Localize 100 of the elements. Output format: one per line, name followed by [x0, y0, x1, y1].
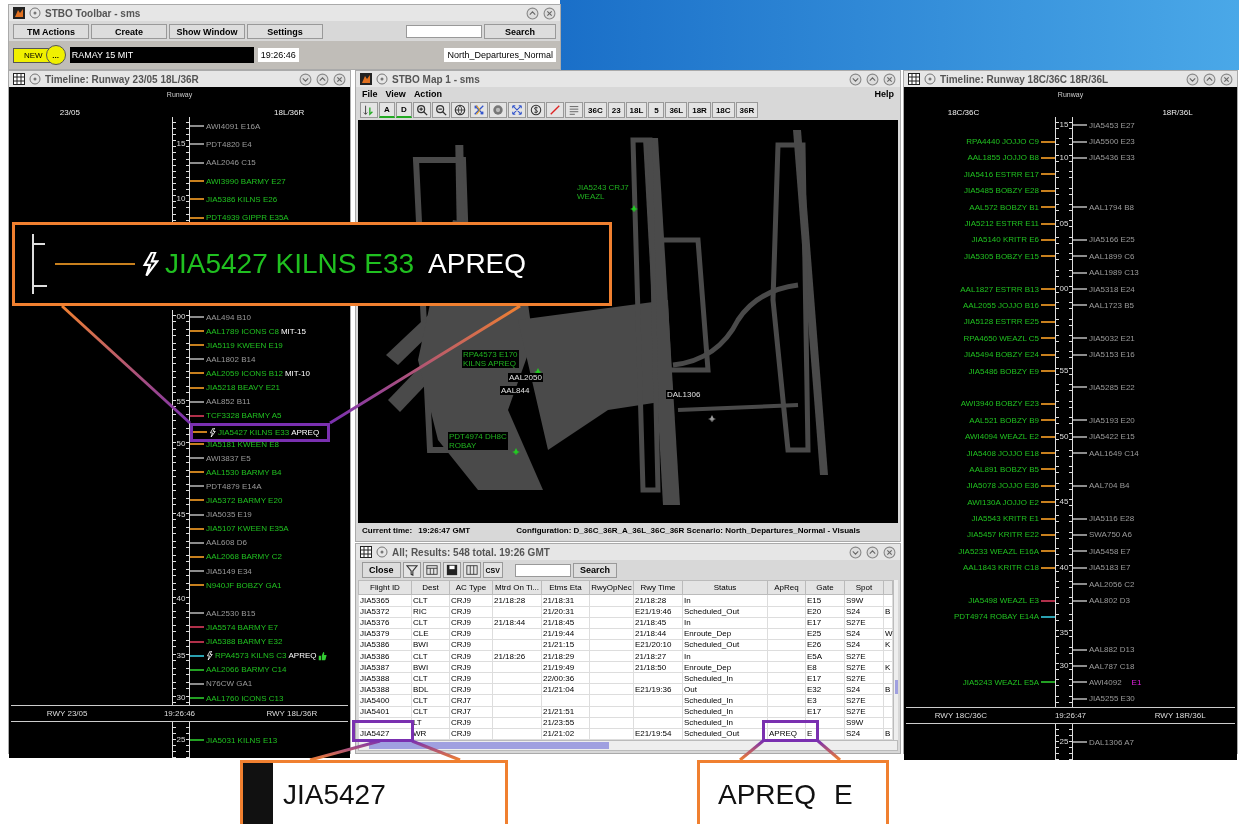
flight-label[interactable]: JIA5031 KILNS E13: [206, 735, 278, 745]
flight-label[interactable]: PDT4939 GIPPR E35A: [206, 213, 289, 223]
columns-button[interactable]: [462, 562, 481, 578]
column-header[interactable]: Spot: [844, 580, 884, 595]
maximize-button[interactable]: [1203, 72, 1216, 86]
flight-label[interactable]: AAL2066 BARMY C14: [206, 665, 287, 675]
flight-label[interactable]: JIA5408 JOJJO E18: [966, 448, 1039, 458]
dollar-circle-button[interactable]: [527, 102, 545, 118]
flight-label[interactable]: AAL1843 KRITR C18: [962, 563, 1039, 573]
close-text-button[interactable]: Close: [362, 562, 401, 578]
close-button[interactable]: [883, 72, 896, 86]
pin-button[interactable]: [29, 7, 41, 19]
runway-button[interactable]: 36L: [665, 102, 688, 118]
flight-label[interactable]: PDT4879 E14A: [206, 481, 262, 491]
flight-label[interactable]: AAL494 B10: [206, 312, 251, 322]
flight-label[interactable]: AAL572 BOBZY B1: [969, 202, 1039, 212]
flight-label[interactable]: JIA5107 KWEEN E35A: [206, 524, 289, 534]
flight-label[interactable]: JIA5416 ESTRR E17: [963, 169, 1039, 179]
menu-button[interactable]: TM Actions: [13, 24, 89, 39]
flight-label[interactable]: JIA5386 KILNS E26: [206, 194, 278, 204]
flight-label[interactable]: JIA5458 E7: [1089, 546, 1131, 556]
close-button[interactable]: [543, 6, 556, 20]
flight-label[interactable]: JIA5318 E24: [1089, 284, 1135, 294]
column-header[interactable]: RwyOpNec: [589, 580, 634, 595]
menu-item[interactable]: View: [385, 89, 406, 99]
maximize-button[interactable]: [866, 72, 879, 86]
expand-arrows-button[interactable]: [508, 102, 526, 118]
column-header[interactable]: Gate: [805, 580, 845, 595]
flight-label[interactable]: AWI4092: [1089, 677, 1122, 687]
flight-label[interactable]: AAL802 D3: [1089, 596, 1130, 605]
flight-label[interactable]: JIA5388 BARMY E32: [206, 637, 283, 647]
zoom-in-button[interactable]: [413, 102, 431, 118]
flight-label[interactable]: JIA5181 KWEEN E8: [206, 439, 279, 449]
more-button[interactable]: ...: [45, 45, 66, 65]
column-header[interactable]: Mtrd On Ti...: [492, 580, 542, 595]
flight-label[interactable]: JIA5485 BOBZY E28: [964, 186, 1039, 196]
flight-label[interactable]: AAL1855 JOJJO B8: [967, 153, 1039, 163]
flight-label[interactable]: JIA5243 WEAZL E5A: [962, 677, 1039, 687]
flight-label[interactable]: JIA5372 BARMY E20: [206, 495, 283, 505]
pin-button[interactable]: [376, 73, 388, 85]
flight-label[interactable]: JIA5035 E19: [206, 510, 252, 520]
runway-button[interactable]: 18C: [711, 102, 735, 118]
minimize-button[interactable]: [299, 72, 312, 86]
flight-label[interactable]: JIA5119 KWEEN E19: [206, 340, 283, 350]
pin-button[interactable]: [924, 73, 936, 85]
column-header[interactable]: Rwy Time: [633, 580, 683, 595]
list-button[interactable]: [565, 102, 583, 118]
flight-label[interactable]: AAL1723 B5: [1089, 301, 1134, 310]
flight-label[interactable]: JIA5457 KRITR E22: [966, 530, 1039, 540]
maximize-button[interactable]: [866, 545, 879, 559]
menu-button[interactable]: Create: [91, 24, 167, 39]
flight-label[interactable]: JIA5543 KRITR E1: [971, 514, 1039, 524]
flight-label[interactable]: AAL2530 B15: [206, 608, 256, 618]
crossed-arrows-button[interactable]: [470, 102, 488, 118]
minimize-button[interactable]: [849, 545, 862, 559]
flight-label[interactable]: AAL2059 ICONS B12: [206, 369, 283, 378]
flight-label[interactable]: PDT4974 ROBAY E14A: [953, 612, 1039, 622]
globe-button[interactable]: [451, 102, 469, 118]
airplane-icon[interactable]: [708, 415, 716, 423]
split-arrows-button[interactable]: [360, 102, 378, 118]
runway-button[interactable]: 36C: [584, 102, 607, 118]
flight-label[interactable]: RPA4573 KILNS C3: [215, 651, 287, 661]
flight-label[interactable]: SWA750 A6: [1089, 530, 1132, 540]
flight-label[interactable]: JIA5436 E33: [1089, 153, 1135, 163]
flight-label[interactable]: JIA5500 E23: [1089, 137, 1135, 147]
minimize-button[interactable]: [1186, 72, 1199, 86]
flight-label[interactable]: JIA5305 BOBZY E15: [964, 251, 1039, 261]
flight-label[interactable]: AAL787 C18: [1089, 661, 1135, 671]
letter-tool-button[interactable]: D: [396, 102, 412, 118]
flight-label[interactable]: JIA5032 E21: [1089, 333, 1135, 343]
search-field[interactable]: [406, 25, 482, 38]
flight-label[interactable]: AAL1899 C6: [1089, 251, 1135, 261]
flight-label[interactable]: PDT4820 E4: [206, 140, 252, 149]
flight-label[interactable]: JIA5183 E7: [1089, 563, 1131, 573]
search-button[interactable]: Search: [484, 24, 556, 39]
flight-label[interactable]: AWI4094 WEAZL E2: [964, 432, 1039, 442]
flight-label[interactable]: JIA5422 E15: [1089, 432, 1135, 442]
menu-item[interactable]: File: [362, 89, 378, 99]
flight-label[interactable]: AAL704 B4: [1089, 481, 1130, 491]
flight-label[interactable]: JIA5285 E22: [1089, 382, 1135, 392]
save-table-button[interactable]: [442, 562, 461, 578]
runway-button[interactable]: 23: [607, 102, 625, 118]
menu-button[interactable]: Show Window: [169, 24, 245, 39]
filter-button[interactable]: [402, 562, 421, 578]
flight-label[interactable]: JIA5233 WEAZL E16A: [958, 546, 1039, 556]
column-header[interactable]: Flight ID: [358, 580, 412, 595]
flight-label[interactable]: JIA5494 BOBZY E24: [964, 350, 1039, 360]
flight-label[interactable]: RPA4440 JOJJO C9: [966, 137, 1039, 147]
close-button[interactable]: [883, 545, 896, 559]
flight-label[interactable]: AAL1802 B14: [206, 354, 256, 364]
flight-label[interactable]: AAL882 D13: [1089, 645, 1135, 655]
maximize-button[interactable]: [526, 6, 539, 20]
minimize-button[interactable]: [849, 72, 862, 86]
flight-label[interactable]: JIA5427 KILNS E33: [218, 427, 290, 437]
flight-label[interactable]: AAL891 BOBZY B5: [969, 464, 1039, 474]
flight-label[interactable]: AAL1789 ICONS C8: [206, 326, 279, 336]
aircraft-label[interactable]: RPA4573 E170 KILNS APREQ: [462, 350, 519, 368]
flight-label[interactable]: JIA5128 ESTRR E25: [963, 317, 1039, 327]
column-header[interactable]: Dest: [411, 580, 450, 595]
slash-button[interactable]: [546, 102, 564, 118]
